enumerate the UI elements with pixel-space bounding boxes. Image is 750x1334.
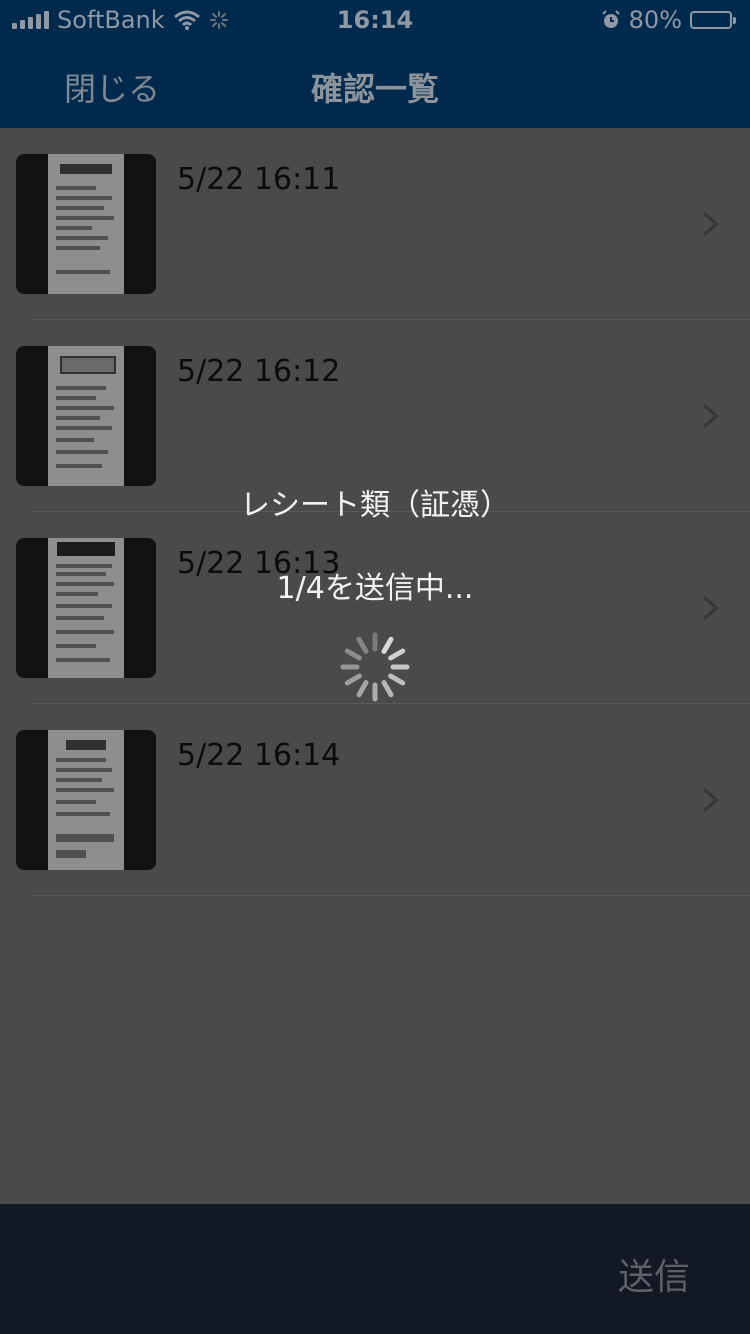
navigation-bar: 閉じる 確認一覧	[0, 40, 750, 128]
alarm-icon	[601, 10, 620, 28]
receipt-thumbnail	[16, 538, 156, 678]
receipt-thumbnail	[16, 346, 156, 486]
battery-percent: 80%	[628, 6, 682, 34]
chevron-right-icon	[702, 787, 719, 813]
battery-icon	[690, 11, 736, 29]
page-title: 確認一覧	[310, 70, 439, 108]
hud-title: レシート類（証憑）	[240, 488, 510, 523]
chevron-right-icon	[702, 403, 719, 429]
status-bar: SoftBank 16:14 80%	[0, 0, 750, 40]
list-item[interactable]: 5/22 16:11	[0, 128, 750, 320]
item-timestamp: 5/22 16:12	[177, 354, 341, 389]
chevron-right-icon	[702, 211, 719, 237]
bottom-toolbar: 送信	[0, 1204, 750, 1334]
receipt-thumbnail	[16, 154, 156, 294]
item-timestamp: 5/22 16:11	[177, 162, 341, 197]
send-button[interactable]: 送信	[618, 1248, 690, 1300]
hud-message: 1/4を送信中...	[276, 571, 474, 606]
receipt-thumbnail	[16, 730, 156, 870]
list-item[interactable]: 5/22 16:14	[0, 704, 750, 896]
activity-spinner-icon	[340, 632, 410, 702]
item-timestamp: 5/22 16:14	[177, 738, 341, 773]
divider	[30, 895, 750, 896]
